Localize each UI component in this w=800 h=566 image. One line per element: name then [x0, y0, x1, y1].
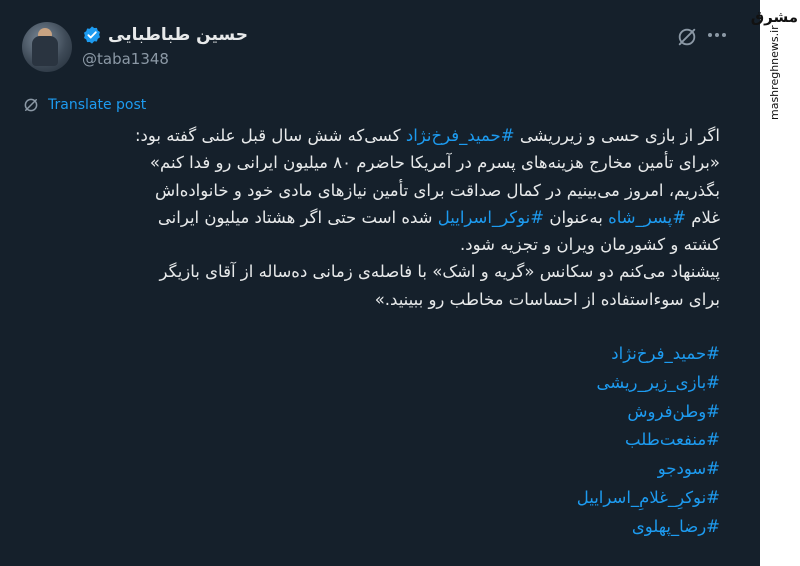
hashtag-link[interactable]: #رضا_پهلوی [577, 513, 720, 542]
body-text-segment: به‌عنوان [544, 207, 609, 227]
tweet-post: حسین طباطبایی @taba1348 Translate post ا… [0, 0, 760, 566]
post-body-line: کشته و کشورمان ویران و تجزیه شود. [20, 231, 720, 258]
hashtag-link[interactable]: #حمید_فرخ‌نژاد [577, 340, 720, 369]
body-text-segment: کشته و کشورمان ویران و تجزیه شود. [460, 235, 720, 255]
body-text-segment: پیشنهاد می‌کنم دو سکانس «گریه و اشک» با … [159, 262, 720, 282]
avatar[interactable] [22, 22, 72, 72]
hashtag-link[interactable]: #پسر_شاه [608, 208, 686, 227]
post-body-line: برای سوءاستفاده از احساسات مخاطب رو ببین… [20, 286, 720, 313]
hashtag-link[interactable]: #وطن‌فروش [577, 398, 720, 427]
author-name-row[interactable]: حسین طباطبایی [82, 22, 248, 48]
avatar-figure [32, 36, 58, 66]
body-text-segment: برای سوءاستفاده از احساسات مخاطب رو ببین… [374, 289, 720, 309]
author-handle[interactable]: @taba1348 [82, 50, 169, 68]
translate-icon [24, 98, 38, 112]
hashtag-link[interactable]: #سودجو [577, 455, 720, 484]
post-body-line: پیشنهاد می‌کنم دو سکانس «گریه و اشک» با … [20, 258, 720, 285]
site-watermark: مشرق mashreghnews.ir [750, 0, 800, 566]
hashtag-link[interactable]: #منفعت‌طلب [577, 426, 720, 455]
grok-icon[interactable] [676, 26, 698, 48]
hashtag-link[interactable]: #بازی_زیر_ریشی [577, 369, 720, 398]
body-text-segment: اگر از بازی حسی و زیرریشی [514, 126, 720, 145]
body-text-segment: «برای تأمین مخارج هزینه‌های پسرم در آمری… [149, 153, 720, 173]
watermark-url: mashreghnews.ir [768, 25, 781, 120]
translate-label: Translate post [48, 97, 147, 113]
body-text-segment: بگذریم، امروز می‌بینیم در کمال صداقت برا… [154, 180, 720, 200]
author-display-name[interactable]: حسین طباطبایی [108, 25, 248, 45]
hashtag-link[interactable]: #نوکر_اسراییل [438, 208, 544, 227]
body-text-segment: شده است حتی اگر هشتاد میلیون ایرانی [157, 207, 438, 227]
post-body: اگر از بازی حسی و زیرریشی #حمید_فرخ‌نژاد… [20, 122, 720, 313]
post-body-line: بگذریم، امروز می‌بینیم در کمال صداقت برا… [20, 177, 720, 204]
body-text-segment: کسی‌که شش سال قبل علنی گفته بود: [134, 126, 406, 145]
post-body-line: اگر از بازی حسی و زیرریشی #حمید_فرخ‌نژاد… [20, 122, 720, 149]
translate-post-link[interactable]: Translate post [22, 96, 146, 114]
post-body-line: «برای تأمین مخارج هزینه‌های پسرم در آمری… [20, 149, 720, 176]
hashtag-link[interactable]: #نوکرِ_غلامِ_اسراییل [577, 484, 720, 513]
hashtag-link[interactable]: #حمید_فرخ‌نژاد [406, 126, 515, 145]
watermark-logo: مشرق [750, 8, 798, 26]
hashtag-list: #حمید_فرخ‌نژاد #بازی_زیر_ریشی #وطن‌فروش #من… [577, 340, 720, 542]
verified-badge-icon [84, 26, 100, 44]
post-body-line: غلام #پسر_شاه به‌عنوان #نوکر_اسراییل شده… [20, 204, 720, 231]
more-options-icon[interactable] [708, 30, 730, 40]
body-text-segment: غلام [686, 207, 720, 227]
